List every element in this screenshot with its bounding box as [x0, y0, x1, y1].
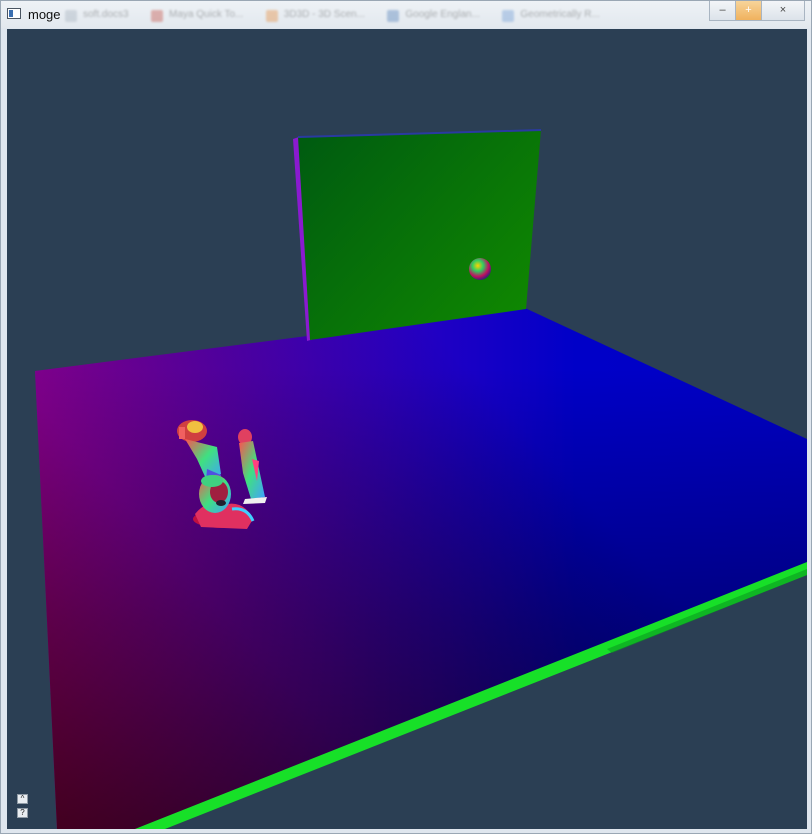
minimize-button[interactable]: –: [709, 1, 736, 21]
maximize-button[interactable]: +: [735, 1, 762, 21]
chevron-up-icon[interactable]: ^: [17, 794, 28, 804]
background-tab: soft.docs3: [61, 7, 137, 24]
scene-canvas: [35, 129, 807, 829]
sphere: [469, 258, 491, 280]
close-button[interactable]: ×: [761, 1, 805, 21]
help-button[interactable]: ?: [17, 808, 28, 818]
background-tab: Maya Quick To...: [147, 7, 251, 24]
background-browser-tabs: soft.docs3 Maya Quick To... 3D3D - 3D Sc…: [61, 4, 701, 24]
3d-viewport[interactable]: ^ ?: [7, 29, 807, 829]
title-bar[interactable]: moge soft.docs3 Maya Quick To... 3D3D - …: [1, 1, 811, 28]
back-wall: [293, 129, 542, 341]
window-controls: – + ×: [709, 1, 805, 21]
app-window: moge soft.docs3 Maya Quick To... 3D3D - …: [0, 0, 812, 834]
window-title: moge: [28, 7, 61, 22]
floor-plane: [35, 308, 807, 829]
window-icon[interactable]: [7, 8, 21, 19]
background-tab: 3D3D - 3D Scen...: [262, 7, 373, 24]
background-tab: Geometrically R...: [498, 7, 607, 24]
background-tab: Google Englan...: [383, 7, 488, 24]
